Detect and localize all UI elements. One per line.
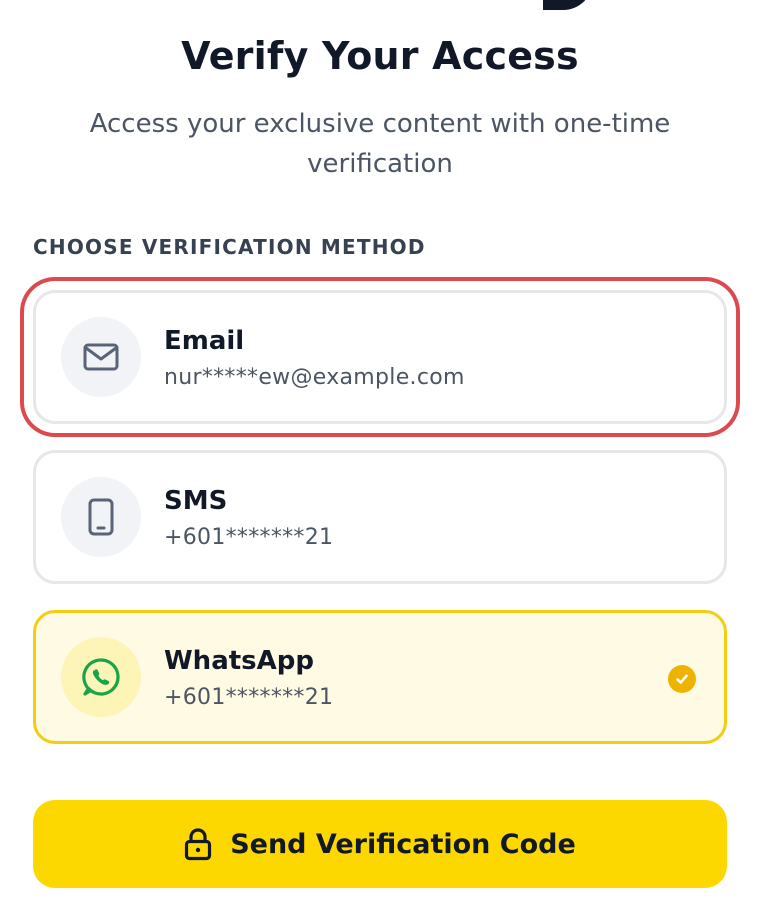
method-contact: +601*******21 — [164, 525, 334, 550]
section-label: CHOOSE VERIFICATION METHOD — [33, 235, 426, 259]
page-subtitle: Access your exclusive content with one-t… — [89, 109, 671, 179]
method-name: WhatsApp — [164, 646, 314, 676]
verify-access-page: Verify Your Access Access your exclusive… — [0, 0, 760, 920]
method-contact: nur*****ew@example.com — [164, 365, 465, 390]
smartphone-icon — [88, 498, 114, 536]
email-icon-circle — [61, 317, 141, 397]
method-option-sms[interactable]: SMS +601*******21 — [33, 450, 727, 584]
sms-icon-circle — [61, 477, 141, 557]
envelope-icon — [83, 343, 119, 371]
method-name: SMS — [164, 486, 228, 516]
page-title: Verify Your Access — [181, 34, 579, 78]
send-button-label: Send Verification Code — [230, 828, 576, 860]
method-name: Email — [164, 326, 245, 356]
method-option-whatsapp[interactable]: WhatsApp +601*******21 — [33, 610, 727, 744]
send-verification-code-button[interactable]: Send Verification Code — [33, 800, 727, 888]
whatsapp-icon — [82, 658, 120, 696]
lock-icon — [185, 828, 212, 861]
logo — [543, 0, 593, 10]
method-option-email[interactable]: Email nur*****ew@example.com — [33, 290, 727, 424]
method-contact: +601*******21 — [164, 685, 334, 710]
selected-check-icon — [668, 665, 696, 693]
whatsapp-icon-circle — [61, 637, 141, 717]
